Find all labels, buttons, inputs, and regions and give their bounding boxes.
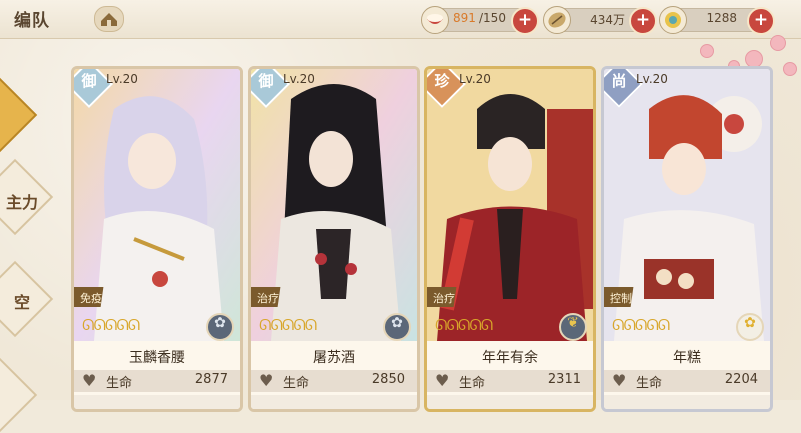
side-tab-empty-label: 空 bbox=[14, 293, 31, 312]
gem-counter: 1288 + bbox=[659, 6, 775, 35]
level-label: Lv.20 bbox=[636, 72, 668, 86]
stat-label: 生命 bbox=[459, 376, 486, 391]
stat-value: 2204 bbox=[724, 372, 758, 387]
character-card[interactable]: 尚 Lv.20 控制 ᘏᘏᘏᘏᘏ ✿ 年糕 ♥ 生命 2204 bbox=[601, 66, 773, 412]
stat-label: 生命 bbox=[106, 376, 133, 391]
flower-icon: ✿ bbox=[744, 315, 756, 331]
heart-icon: ♥ bbox=[435, 371, 450, 390]
character-name: 年糕 bbox=[673, 350, 701, 366]
flower-icon: ✿ bbox=[391, 315, 403, 331]
add-coin-button[interactable]: + bbox=[629, 7, 657, 35]
star-rating: ᘏᘏᘏᘏᘏ bbox=[435, 316, 493, 334]
stat-value: 2877 bbox=[194, 372, 228, 387]
role-label: 控制 bbox=[610, 292, 632, 305]
role-label: 免疫 bbox=[80, 292, 102, 305]
gem-icon bbox=[659, 6, 687, 34]
character-name: 屠苏酒 bbox=[313, 350, 355, 366]
rank-label: 尚 bbox=[611, 72, 627, 90]
character-card[interactable]: 御 Lv.20 治疗 ᘏᘏᘏᘏᘏ ✿ 屠苏酒 ♥ 生命 2850 bbox=[248, 66, 420, 412]
add-stamina-button[interactable]: + bbox=[511, 7, 539, 35]
rank-label: 御 bbox=[258, 72, 274, 90]
heart-icon: ♥ bbox=[612, 371, 627, 390]
heart-icon: ♥ bbox=[259, 371, 274, 390]
role-label: 治疗 bbox=[257, 292, 279, 305]
role-label: 治疗 bbox=[433, 292, 455, 305]
stamina-max: /150 bbox=[479, 11, 506, 25]
stat-row-2 bbox=[427, 395, 593, 409]
star-rating: ᘏᘏᘏᘏᘏ bbox=[82, 316, 140, 334]
stat-row-2 bbox=[604, 395, 770, 409]
flower-icon: ✿ bbox=[214, 315, 226, 331]
heart-icon: ♥ bbox=[82, 371, 97, 390]
home-button[interactable] bbox=[94, 6, 124, 32]
stat-value: 2311 bbox=[547, 372, 581, 387]
level-label: Lv.20 bbox=[283, 72, 315, 86]
star-rating: ᘏᘏᘏᘏᘏ bbox=[259, 316, 317, 334]
character-card[interactable]: 珍 Lv.20 治疗 ᘏᘏᘏᘏᘏ ❦ 年年有余 ♥ 生命 2311 bbox=[424, 66, 596, 412]
stamina-counter: 891 /150 + bbox=[421, 6, 539, 35]
gem-value: 1288 bbox=[706, 11, 737, 25]
character-name: 玉麟香腰 bbox=[129, 350, 185, 366]
leaf-icon: ❦ bbox=[567, 315, 579, 331]
stat-label: 生命 bbox=[283, 376, 310, 391]
side-tab-main-label: 主力 bbox=[6, 193, 39, 212]
stamina-current: 891 bbox=[453, 11, 476, 25]
add-gem-button[interactable]: + bbox=[747, 7, 775, 35]
coin-value: 434万 bbox=[590, 13, 625, 27]
level-label: Lv.20 bbox=[106, 72, 138, 86]
level-label: Lv.20 bbox=[459, 72, 491, 86]
stat-label: 生命 bbox=[636, 376, 663, 391]
rank-label: 御 bbox=[81, 72, 97, 90]
coin-icon bbox=[543, 6, 571, 34]
top-bar: 编队 891 /150 + 434万 + 1288 + bbox=[0, 0, 801, 39]
stat-row-2 bbox=[74, 395, 240, 409]
rice-bowl-icon bbox=[421, 6, 449, 34]
stat-row-2 bbox=[251, 395, 417, 409]
character-card[interactable]: 御 Lv.20 免疫 ᘏᘏᘏᘏᘏ ✿ 玉麟香腰 ♥ 生命 2877 bbox=[71, 66, 243, 412]
page-title: 编队 bbox=[14, 11, 50, 31]
home-icon bbox=[101, 13, 117, 26]
character-name: 年年有余 bbox=[482, 350, 538, 366]
coin-counter: 434万 + bbox=[543, 6, 657, 35]
stat-value: 2850 bbox=[371, 372, 405, 387]
rank-label: 珍 bbox=[434, 72, 450, 90]
star-rating: ᘏᘏᘏᘏᘏ bbox=[612, 316, 670, 334]
